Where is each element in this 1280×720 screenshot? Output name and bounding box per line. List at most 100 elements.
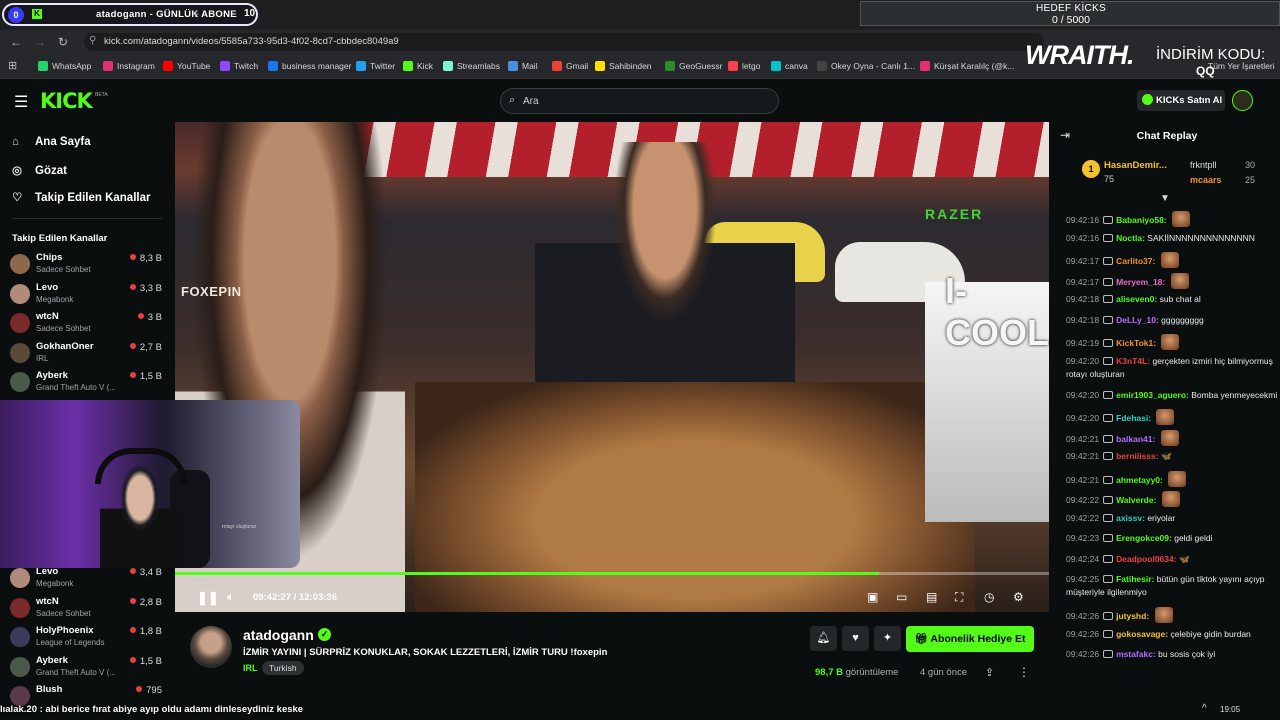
share-icon[interactable]: ⇪ — [985, 666, 994, 679]
bookmark-0[interactable]: WhatsApp — [38, 61, 91, 71]
message-username[interactable]: berniiisss: — [1116, 451, 1159, 461]
message-username[interactable]: Babaniyo58: — [1116, 215, 1167, 225]
bell-icon[interactable]: 🔔︎ — [810, 626, 837, 651]
message-username[interactable]: Fdehasi: — [1116, 413, 1151, 423]
forward-arrow-icon[interactable]: → — [34, 35, 46, 49]
tab-group-badge[interactable]: 0 — [8, 7, 24, 23]
second-name[interactable]: frkntpll — [1190, 160, 1217, 170]
message-username[interactable]: KickTok1: — [1116, 338, 1156, 348]
user-avatar[interactable] — [1232, 90, 1253, 111]
theatre-mode-icon[interactable]: ▭ — [896, 590, 907, 604]
category-link[interactable]: IRL — [243, 663, 258, 673]
gift-sub-button[interactable]: 🎁︎ Abonelik Hediye Et — [906, 626, 1034, 652]
back-arrow-icon[interactable]: ← — [10, 35, 22, 49]
bookmark-3[interactable]: Twitch — [220, 61, 258, 71]
message-timestamp: 09:42:17 — [1066, 256, 1100, 266]
published-ago: 4 gün önce — [920, 667, 968, 678]
new-tab-plus-icon[interactable]: + — [192, 7, 199, 21]
followed-channel[interactable]: Ayberk Grand Theft Auto V (... 1,5 B — [10, 370, 162, 398]
expand-leaderboard-icon[interactable]: ▼ — [1160, 193, 1170, 204]
message-username[interactable]: jutyshd: — [1116, 611, 1149, 621]
message-username[interactable]: aliseven0: — [1116, 294, 1157, 304]
bookmark-13[interactable]: canva — [771, 61, 808, 71]
third-name[interactable]: mcaars — [1190, 175, 1222, 185]
volume-icon[interactable]: 🔈︎ — [227, 589, 235, 605]
bookmark-5[interactable]: Twitter — [356, 61, 395, 71]
followed-heading: Takip Edilen Kanallar — [12, 233, 108, 244]
bookmark-12[interactable]: letgo — [728, 61, 760, 71]
bookmark-7[interactable]: Streamlabs — [443, 61, 500, 71]
bookmark-10[interactable]: Sahibinden — [595, 61, 652, 71]
speed-icon[interactable]: ◷ — [984, 590, 994, 604]
url-field[interactable]: ⚲ kick.com/atadogann/videos/5585a733-95d… — [84, 33, 1044, 51]
followed-channel[interactable]: GokhanOner IRL 2,7 B — [10, 341, 162, 369]
channel-name[interactable]: atadogann — [243, 627, 314, 643]
message-username[interactable]: axissv: — [1116, 513, 1145, 523]
message-username[interactable]: balkan41: — [1116, 434, 1155, 444]
bookmark-4[interactable]: business manager — [268, 61, 351, 71]
channel-avatar[interactable] — [190, 626, 232, 668]
sidebar-item-home[interactable]: ⌂ Ana Sayfa — [12, 136, 91, 148]
message-username[interactable]: emir1903_aguero: — [1116, 390, 1189, 400]
message-username[interactable]: gokosavage: — [1116, 629, 1168, 639]
settings-gear-icon[interactable]: ⚙ — [1013, 590, 1024, 604]
tab-group[interactable]: 0 K atadogann - GÜNLÜK ABONE + 10 — [2, 3, 258, 26]
bookmark-6[interactable]: Kick — [403, 61, 433, 71]
message-username[interactable]: DeLLy_10: — [1116, 315, 1159, 325]
message-text: SAKİİNNNNNNNNNNNNNN — [1147, 232, 1255, 243]
chat-message: 09:42:21 ahmetayy0: — [1066, 470, 1278, 487]
fullscreen-icon[interactable]: ⛶ — [955, 590, 963, 605]
kick-logo[interactable]: KICK — [40, 89, 93, 113]
message-username[interactable]: Noctla: — [1116, 233, 1145, 243]
followed-channel[interactable]: Levo Megabonk 3,4 B — [10, 566, 162, 594]
message-timestamp: 09:42:21 — [1066, 451, 1100, 461]
bookmark-2[interactable]: YouTube — [163, 61, 210, 71]
message-username[interactable]: Meryem_18: — [1116, 277, 1165, 287]
pause-icon[interactable]: ❚❚ — [197, 590, 219, 606]
sidebar-item-browse[interactable]: ◎ Gözat — [12, 163, 67, 177]
video-player[interactable]: I-COOL RAZER FOXEPIN ❚❚ 🔈︎ 09:42:27 / 12… — [175, 122, 1049, 612]
bookmark-8[interactable]: Mail — [508, 61, 538, 71]
clip-icon[interactable]: ▣ — [867, 590, 878, 604]
followed-channel[interactable]: wtcN Sadece Sohbet 3 B — [10, 311, 162, 339]
message-username[interactable]: Deadpool0634: — [1116, 554, 1176, 564]
message-username[interactable]: Walverde: — [1116, 495, 1156, 505]
message-username[interactable]: ahmetayy0: — [1116, 475, 1163, 485]
sidebar-item-following[interactable]: ♡ Takip Edilen Kanallar — [12, 190, 150, 204]
search-input[interactable]: ⌕ Ara — [500, 88, 779, 114]
bookmark-1[interactable]: Instagram — [103, 61, 155, 71]
bookmark-14[interactable]: Okey Oyna - Canlı 1... — [817, 61, 915, 71]
progress-bar[interactable] — [175, 572, 1049, 575]
bookmark-favicon-icon — [356, 61, 366, 71]
language-tag[interactable]: Turkish — [262, 661, 304, 675]
followed-channel[interactable]: Ayberk Grand Theft Auto V (... 1,5 B — [10, 655, 162, 683]
leader-amount: 75 — [1104, 174, 1115, 184]
site-info-icon[interactable]: ⚲ — [89, 35, 96, 46]
bookmark-11[interactable]: GeoGuessr — [665, 61, 722, 71]
apps-grid-icon[interactable]: ⊞ — [8, 59, 17, 72]
message-username[interactable]: Erengokce09: — [1116, 533, 1172, 543]
miniplayer-icon[interactable]: ▤ — [926, 590, 937, 604]
message-username[interactable]: mstafakc: — [1116, 649, 1156, 659]
message-username[interactable]: Carlito37: — [1116, 256, 1155, 266]
bookmark-15[interactable]: Kürşat Karalılç (@k... — [920, 61, 1014, 71]
tray-chevron-icon[interactable]: ^ — [1202, 703, 1207, 714]
followed-channel[interactable]: HolyPhoenix League of Legends 1,8 B — [10, 625, 162, 653]
bookmark-9[interactable]: Gmail — [552, 61, 588, 71]
hamburger-menu-icon[interactable]: ☰ — [14, 92, 28, 112]
tab-title[interactable]: atadogann - GÜNLÜK ABONE — [96, 9, 237, 20]
buy-kicks-button[interactable]: KICKs Satın Al — [1137, 90, 1225, 111]
sparkle-icon[interactable]: ✦ — [874, 626, 901, 651]
webcam-chat-snippet: rotayı oluşturan — [222, 524, 257, 530]
emote-icon — [1168, 470, 1187, 487]
message-username[interactable]: Fatihesir: — [1116, 574, 1154, 584]
heart-follow-icon[interactable]: ♥ — [842, 626, 869, 651]
leader-name[interactable]: HasanDemir... — [1104, 160, 1167, 171]
message-username[interactable]: K3nT4L: — [1116, 356, 1150, 366]
followed-channel[interactable]: wtcN Sadece Sohbet 2,8 B — [10, 596, 162, 624]
reload-icon[interactable]: ↻ — [58, 35, 68, 49]
badge-icon — [1103, 257, 1114, 265]
followed-channel[interactable]: Levo Megabonk 3,3 B — [10, 282, 162, 310]
followed-channel[interactable]: Chips Sadece Sohbet 8,3 B — [10, 252, 162, 280]
more-options-icon[interactable]: ⋮ — [1018, 665, 1030, 679]
